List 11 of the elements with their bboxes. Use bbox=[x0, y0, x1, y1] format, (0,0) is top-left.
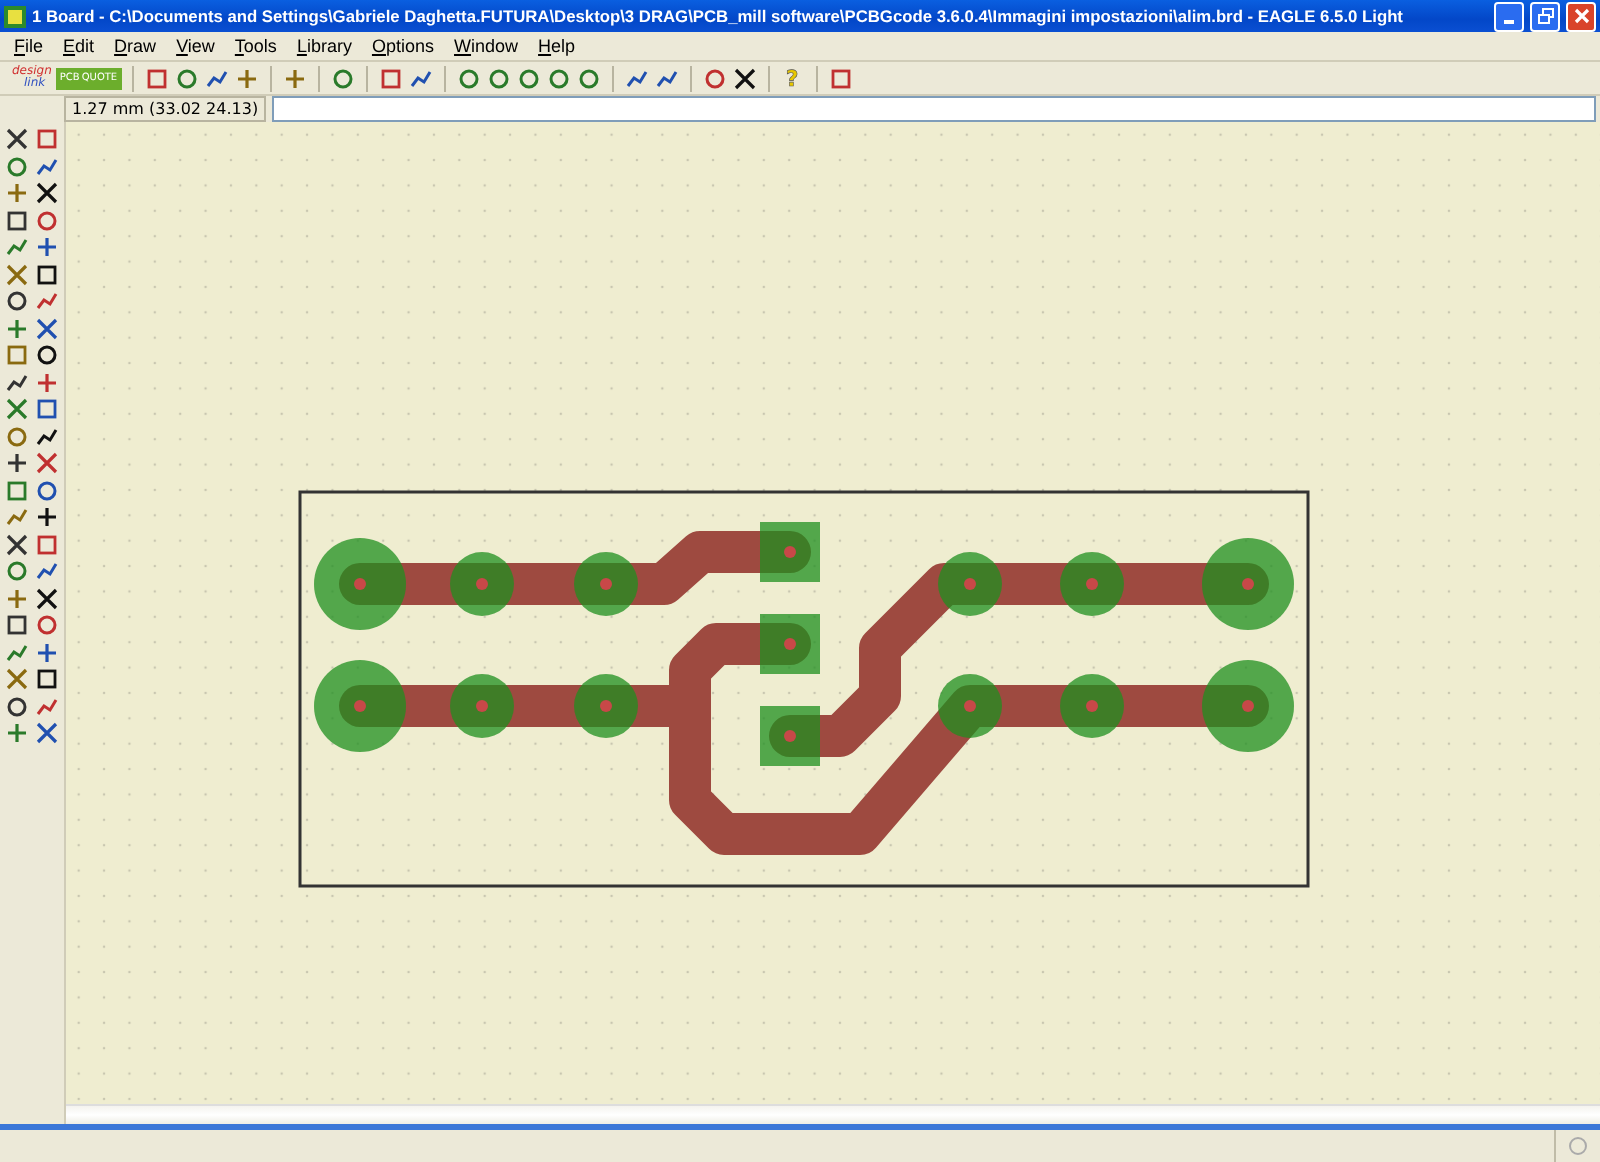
menu-item[interactable]: Options bbox=[361, 36, 445, 56]
menu-item[interactable]: Window bbox=[444, 36, 529, 56]
menu-item[interactable]: Edit bbox=[53, 36, 105, 56]
coordinate-display: 1.27 mm (33.02 24.13) bbox=[64, 96, 267, 122]
menu-item[interactable]: File bbox=[4, 36, 54, 56]
menu-item[interactable]: Draw bbox=[104, 36, 167, 56]
menu-item[interactable]: Tools bbox=[224, 36, 287, 56]
menu-item[interactable]: Help bbox=[528, 36, 586, 56]
window-title: 1 Board - C:\Documents and Settings\Gabriele Daghetta.FUTURA\Desktop\3 DRAG\PCB_mill software\PCBGcode 3.6.0.4\Immagini impostazioni\alim.brd - EAGLE 6.5.0 Light bbox=[32, 6, 1405, 26]
menu-item[interactable]: Library bbox=[286, 36, 362, 56]
menu-item[interactable]: View bbox=[166, 36, 225, 56]
